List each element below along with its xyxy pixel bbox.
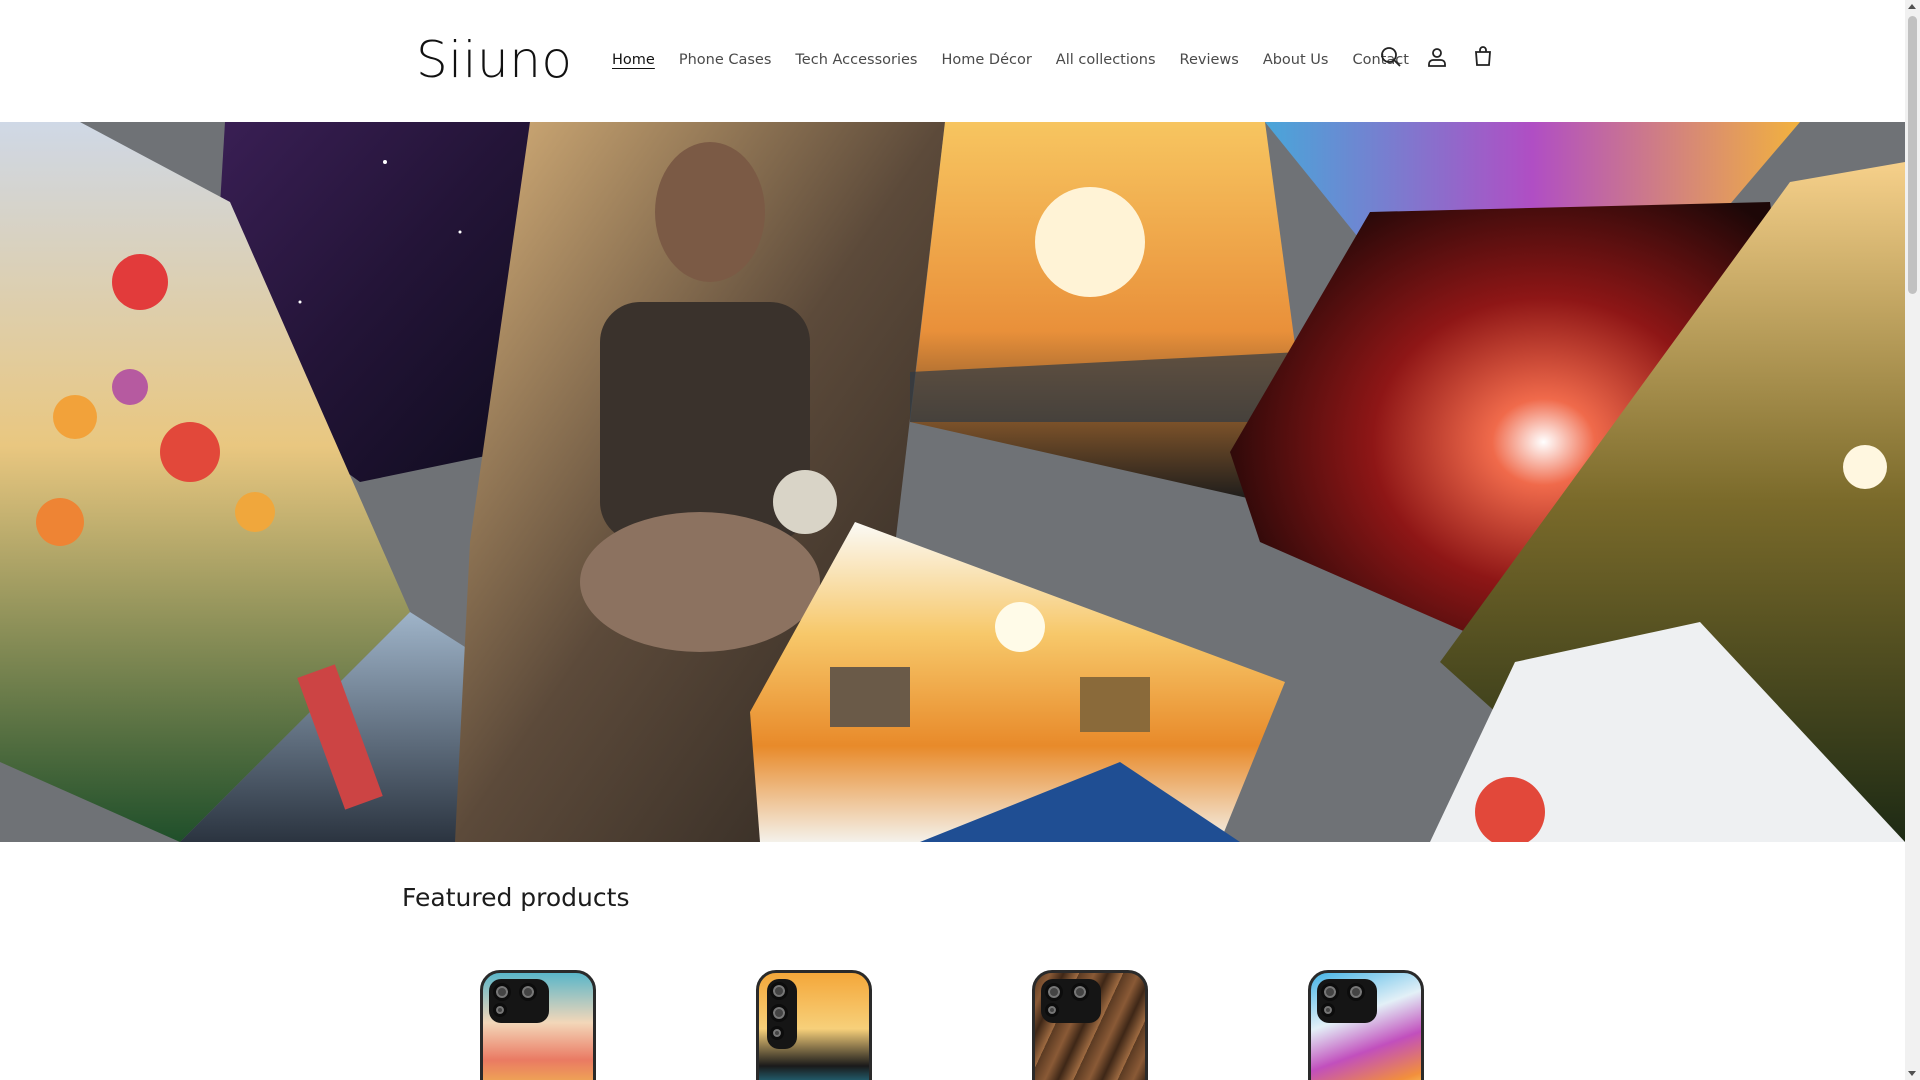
scroll-thumb[interactable] <box>1908 16 1917 294</box>
nav-reviews[interactable]: Reviews <box>1168 48 1251 72</box>
scroll-up-icon[interactable] <box>1908 4 1916 9</box>
wood-grain-case[interactable] <box>1032 970 1148 1080</box>
watercolor-case[interactable] <box>480 970 596 1080</box>
paint-drip-case[interactable] <box>1308 970 1424 1080</box>
camera-module <box>1041 979 1101 1023</box>
cart-icon[interactable] <box>1470 44 1496 70</box>
camera-module <box>1317 979 1377 1023</box>
main-nav: Home Phone Cases Tech Accessories Home D… <box>600 48 1421 72</box>
account-icon[interactable] <box>1424 44 1450 70</box>
nav-tech-accessories[interactable]: Tech Accessories <box>783 48 929 72</box>
header-icons <box>1378 44 1496 70</box>
camera-module <box>489 979 549 1023</box>
scroll-down-icon[interactable] <box>1908 1071 1916 1076</box>
product-card[interactable] <box>402 960 652 1080</box>
nav-phone-cases[interactable]: Phone Cases <box>667 48 784 72</box>
product-card[interactable] <box>1230 960 1480 1080</box>
store-logo[interactable]: Siiuno <box>416 28 573 92</box>
nav-about-us[interactable]: About Us <box>1251 48 1341 72</box>
nav-home-decor[interactable]: Home Décor <box>929 48 1043 72</box>
nav-all-collections[interactable]: All collections <box>1044 48 1168 72</box>
hero-banner[interactable] <box>0 122 1905 842</box>
hero-collage <box>0 122 1905 842</box>
camera-module <box>767 979 797 1049</box>
nav-home[interactable]: Home <box>600 48 667 72</box>
featured-products-heading: Featured products <box>402 883 630 912</box>
palm-sunset-case[interactable] <box>756 970 872 1080</box>
product-card[interactable] <box>678 960 928 1080</box>
product-grid <box>402 960 1502 1080</box>
site-header: Siiuno Home Phone Cases Tech Accessories… <box>0 0 1905 122</box>
search-icon[interactable] <box>1378 44 1404 70</box>
product-card[interactable] <box>954 960 1204 1080</box>
page-scrollbar[interactable] <box>1905 0 1920 1080</box>
